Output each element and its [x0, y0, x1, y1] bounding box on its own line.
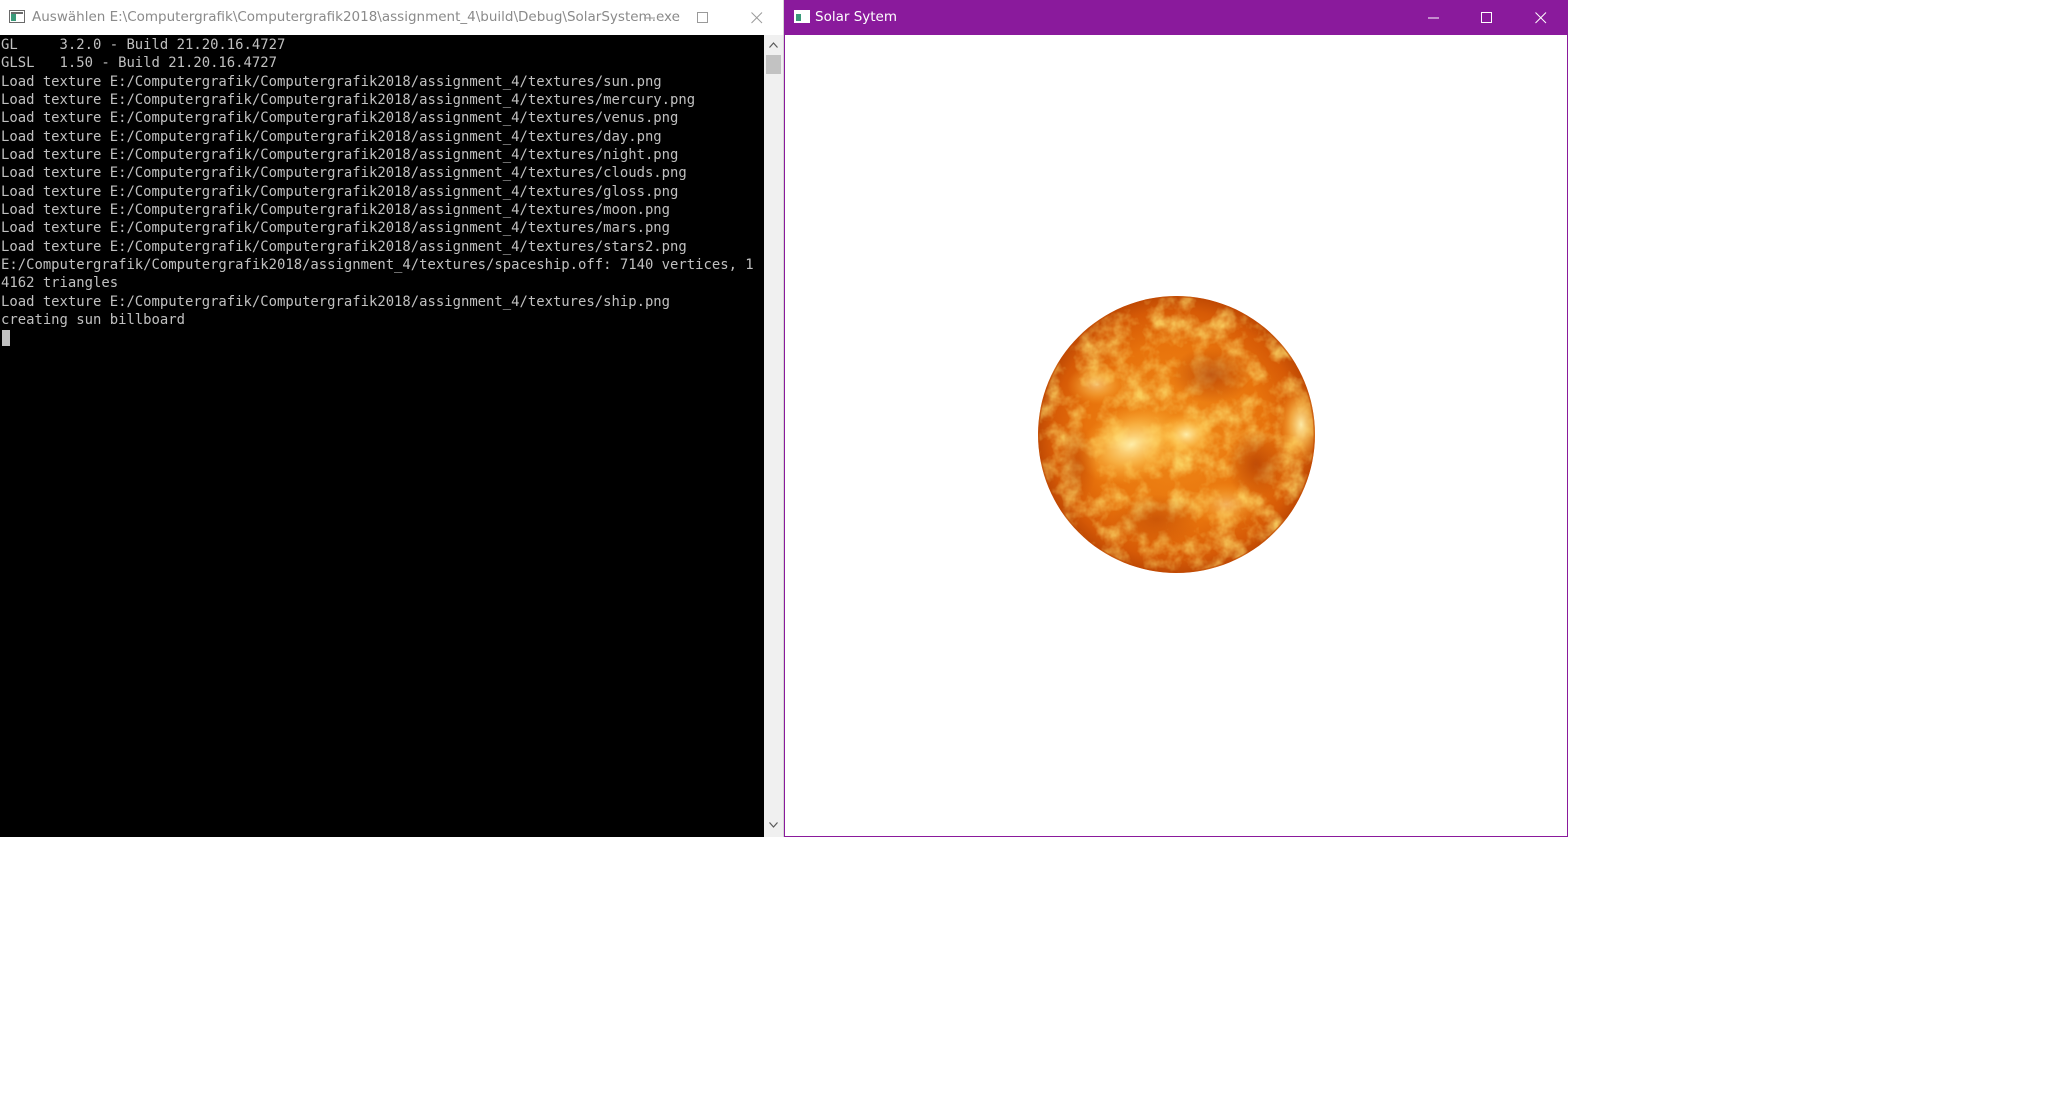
- console-line: E:/Computergrafik/Computergrafik2018/ass…: [1, 257, 754, 274]
- solar-window-title: Solar Sytem: [815, 9, 898, 25]
- console-app-icon[interactable]: [9, 10, 25, 23]
- minimize-icon: [1428, 17, 1439, 19]
- console-line: creating sun billboard: [1, 312, 185, 329]
- console-title-bar[interactable]: Auswählen E:\Computergrafik\Computergraf…: [0, 0, 783, 35]
- console-minimize-button[interactable]: [627, 0, 673, 35]
- console-line: Load texture E:/Computergrafik/Computerg…: [1, 92, 696, 109]
- console-line: Load texture E:/Computergrafik/Computerg…: [1, 147, 679, 164]
- maximize-icon: [1481, 12, 1492, 23]
- console-line: Load texture E:/Computergrafik/Computerg…: [1, 73, 662, 90]
- solar-system-window: Solar Sytem: [784, 0, 1568, 837]
- scroll-up-arrow-icon: [769, 42, 778, 48]
- console-line: Load texture E:/Computergrafik/Computerg…: [1, 293, 671, 310]
- console-scrollbar[interactable]: [764, 35, 783, 837]
- console-line: Load texture E:/Computergrafik/Computerg…: [1, 165, 687, 182]
- sun-sphere: [1037, 295, 1316, 574]
- scroll-down-arrow-icon: [769, 822, 778, 828]
- scrollbar-thumb[interactable]: [766, 55, 781, 74]
- solar-maximize-button[interactable]: [1464, 0, 1510, 35]
- console-line: Load texture E:/Computergrafik/Computerg…: [1, 110, 679, 127]
- maximize-icon: [697, 12, 708, 23]
- solar-close-button[interactable]: [1518, 0, 1564, 35]
- render-viewport[interactable]: [785, 35, 1567, 836]
- console-close-button[interactable]: [734, 0, 780, 35]
- console-line: GL 3.2.0 - Build 21.20.16.4727: [1, 37, 286, 53]
- console-line: Load texture E:/Computergrafik/Computerg…: [1, 220, 671, 237]
- console-line: Load texture E:/Computergrafik/Computerg…: [1, 238, 687, 255]
- console-maximize-button[interactable]: [680, 0, 726, 35]
- close-icon: [1535, 12, 1547, 24]
- scroll-down-button[interactable]: [764, 817, 783, 834]
- close-icon: [751, 12, 763, 24]
- console-line: Load texture E:/Computergrafik/Computerg…: [1, 183, 679, 200]
- console-output[interactable]: GL 3.2.0 - Build 21.20.16.4727 GLSL 1.50…: [0, 35, 764, 837]
- solar-app-icon[interactable]: [794, 10, 810, 23]
- minimize-icon: [644, 17, 655, 19]
- console-line: Load texture E:/Computergrafik/Computerg…: [1, 128, 662, 145]
- console-line: 4162 triangles: [1, 275, 119, 292]
- console-lines: GL 3.2.0 - Build 21.20.16.4727 GLSL 1.50…: [1, 36, 754, 330]
- console-line: Load texture E:/Computergrafik/Computerg…: [1, 202, 671, 219]
- console-window-title: Auswählen E:\Computergrafik\Computergraf…: [32, 9, 680, 25]
- solar-minimize-button[interactable]: [1411, 0, 1457, 35]
- console-window: Auswählen E:\Computergrafik\Computergraf…: [0, 0, 784, 837]
- solar-title-bar[interactable]: Solar Sytem: [785, 0, 1567, 35]
- text-cursor: [2, 330, 10, 346]
- console-line: GLSL 1.50 - Build 21.20.16.4727: [1, 55, 277, 72]
- scroll-up-button[interactable]: [764, 37, 783, 54]
